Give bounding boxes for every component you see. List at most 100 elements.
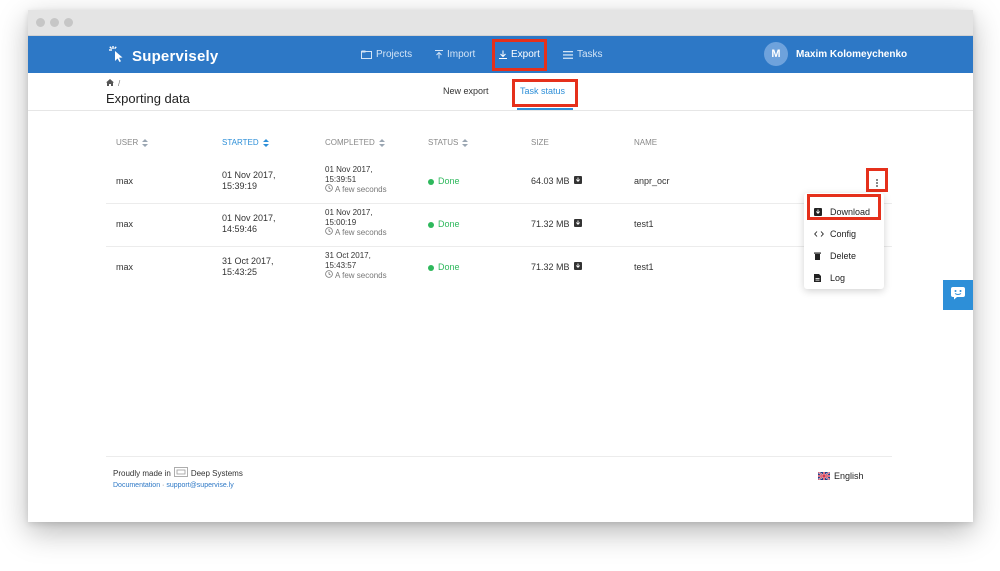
size-text: 71.32 MB [531,262,570,272]
support-email-link[interactable]: support@supervise.ly [166,482,233,489]
row-divider [106,203,892,204]
started-time: 15:43:25 [222,267,258,277]
clock-icon [325,227,333,238]
menu-item-config[interactable]: Config [814,229,856,239]
user-menu[interactable]: M Maxim Kolomeychenko [764,42,907,66]
brand-name: Supervisely [132,48,219,65]
footer-made-prefix: Proudly made in [113,468,171,478]
completed-ago: A few seconds [325,227,387,238]
status-badge: Done [428,219,460,230]
task-status-highlight-box [512,79,578,107]
import-icon [435,50,443,59]
column-header-started[interactable]: STARTED [222,138,269,147]
cell-name: test1 [634,219,654,229]
column-header-status[interactable]: STATUS [428,138,469,147]
status-text: Done [438,219,460,229]
footer-made-in: Proudly made in Deep Systems [113,467,243,479]
download-file-icon[interactable] [574,176,583,187]
column-header-name: NAME [634,138,658,147]
export-highlight-box [492,39,547,71]
status-dot [428,221,434,228]
trash-icon [814,252,826,260]
column-header-label: USER [116,138,139,147]
column-header-label: STARTED [222,138,259,147]
completed-time: 15:00:19 [325,217,357,227]
cell-user: max [116,219,134,229]
avatar: M [764,42,788,66]
brand-logo[interactable]: Supervisely [108,45,218,68]
column-header-completed[interactable]: COMPLETED [325,138,385,147]
nav-tasks[interactable]: Tasks [563,36,603,73]
cell-size: 71.32 MB [531,262,583,273]
window-minimize-dot[interactable] [50,18,59,27]
nav-projects[interactable]: Projects [361,36,412,73]
row-divider [106,246,892,247]
nav-import[interactable]: Import [435,36,475,73]
nav-projects-label: Projects [376,49,413,60]
row-more-button[interactable] [866,168,888,192]
cell-user: max [116,262,134,272]
cell-size: 64.03 MB [531,176,583,187]
cell-user: max [116,176,134,186]
menu-item-delete[interactable]: Delete [814,251,856,261]
clock-icon [325,184,333,195]
menu-item-log[interactable]: Log [814,273,845,283]
column-header-label: STATUS [428,138,459,147]
cell-started: 01 Nov 2017, 15:39:19 [222,170,276,192]
breadcrumb: / [106,79,120,88]
started-date: 01 Nov 2017, [222,213,276,223]
download-highlight-box [807,194,881,220]
completed-date: 01 Nov 2017, [325,208,373,217]
menu-item-label: Delete [830,251,857,261]
tab-new-export[interactable]: New export [443,86,489,96]
cell-size: 71.32 MB [531,219,583,230]
sort-icon [378,138,385,147]
active-tab-underline [517,108,573,110]
completed-ago-text: A few seconds [335,270,387,280]
cell-name: test1 [634,262,654,272]
cell-name: anpr_ocr [634,176,670,186]
sort-icon [142,138,149,147]
window-close-dot[interactable] [36,18,45,27]
uk-flag-icon [818,472,830,480]
status-dot [428,264,434,271]
cell-completed: 01 Nov 2017, 15:39:51 A few seconds [325,165,387,195]
download-file-icon[interactable] [574,262,583,273]
language-selector[interactable]: English [818,471,864,481]
sort-icon [462,138,469,147]
status-text: Done [438,262,460,272]
file-icon [814,274,826,282]
cell-started: 01 Nov 2017, 14:59:46 [222,213,276,235]
completed-ago-text: A few seconds [335,227,387,237]
completed-date: 31 Oct 2017, [325,251,371,260]
started-date: 31 Oct 2017, [222,256,274,266]
started-time: 15:39:19 [222,181,258,191]
chat-support-button[interactable] [943,280,973,310]
started-date: 01 Nov 2017, [222,170,276,180]
language-label: English [834,471,864,481]
window-zoom-dot[interactable] [64,18,73,27]
page-title: Exporting data [106,91,190,106]
status-dot [428,178,434,185]
cursor-logo-icon [108,45,126,68]
breadcrumb-separator: / [118,79,121,88]
column-header-label: COMPLETED [325,138,375,147]
more-vertical-icon [874,175,880,193]
column-header-user[interactable]: USER [116,138,149,147]
app-window: Supervisely Projects Import Export Tasks… [28,10,973,522]
page-header: / Exporting data New export Task status [28,73,973,111]
status-badge: Done [428,262,460,273]
cell-completed: 01 Nov 2017, 15:00:19 A few seconds [325,208,387,238]
footer-link-separator: · [162,482,165,489]
completed-ago: A few seconds [325,270,387,281]
nav-import-label: Import [447,49,476,60]
download-file-icon[interactable] [574,219,583,230]
deep-systems-logo-icon [173,467,188,479]
footer-company: Deep Systems [190,468,243,478]
column-header-size: SIZE [531,138,549,147]
size-text: 64.03 MB [531,176,570,186]
documentation-link[interactable]: Documentation [113,482,160,489]
code-icon [814,230,826,238]
completed-time: 15:39:51 [325,174,357,184]
home-icon[interactable] [106,79,114,88]
